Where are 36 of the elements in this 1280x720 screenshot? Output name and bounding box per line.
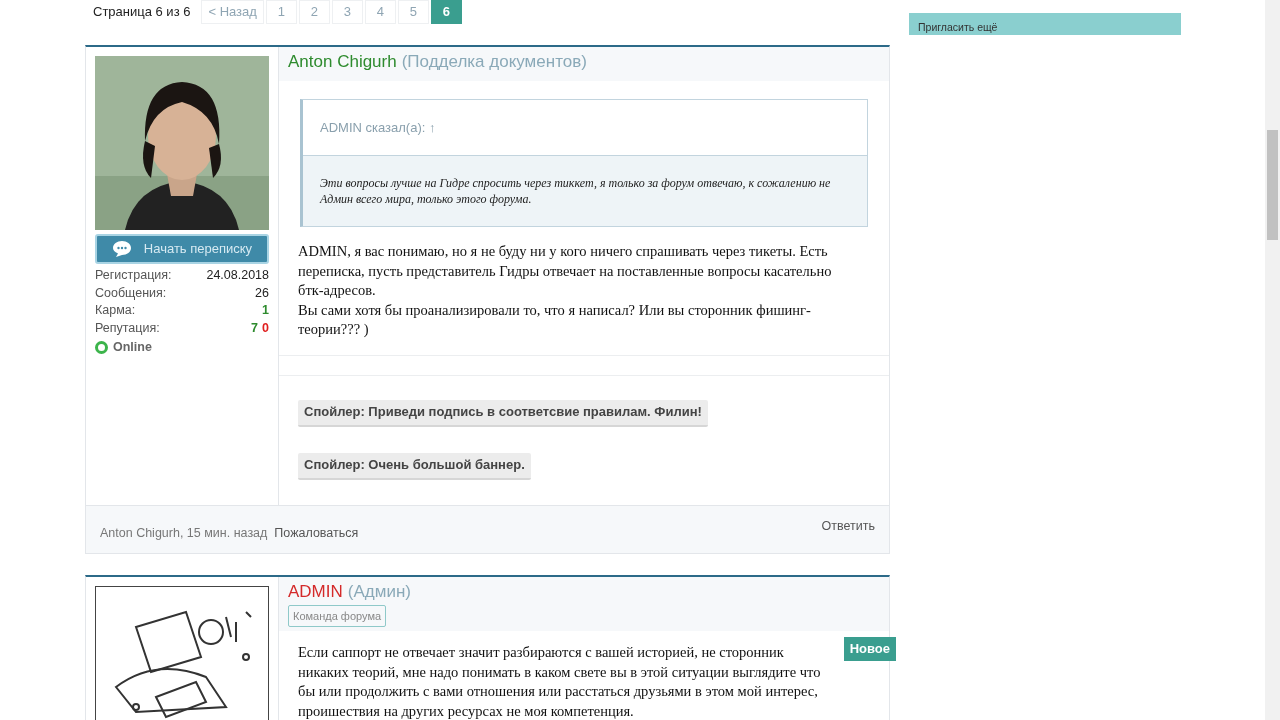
spoiler-button[interactable]: Спойлер: Очень большой баннер. [298,452,531,480]
page-link[interactable]: 3 [331,0,363,24]
message-text: Если саппорт не отвечает значит разбираются с вашей историей, не сторонник никаких теорий, мне надо понимать в каком свете вы в этой ситуации выглядите что бы или продолжить с вами отношения или расстаться друзьями в этом мой интерес, проишествия на других ресурсах не моя компетенция. [298,643,822,720]
user-title: (Админ) [347,581,411,603]
invite-button[interactable]: Пригласить ещё [909,13,1181,35]
stat-label: Репутация: [95,319,160,337]
chat-bubble-icon [111,240,132,258]
stat-value: 26 [255,284,269,302]
scrollbar[interactable] [1265,0,1280,720]
stat-label: Регистрация: [95,267,172,284]
message-text: Вы сами хотя бы проанализировали то, что я написал? Или вы сторонник фишинг-теории??? ) [298,300,812,339]
message-text: ADMIN, я вас понимаю, но я не буду ни у кого ничего спрашивать через тикеты. Есть переписка, пусть представитель Гидры отвечает на поставленные вопросы касательно бтк-адресов. [298,242,833,300]
stat-label: Сообщения: [95,284,167,302]
new-badge: Новое [843,637,896,661]
stat-label: Карма: [95,302,136,319]
page-link[interactable]: 2 [298,0,330,24]
spoiler-button[interactable]: Спойлер: Приведи подпись в соответсвие правилам. Филин! [298,399,708,427]
page-link[interactable]: 1 [265,0,297,24]
stat-value: 0 [262,319,269,337]
stat-value: 7 [251,319,259,337]
author-name[interactable]: ADMIN [288,581,343,603]
post-meta: Anton Chigurh, 15 мин. назад [100,525,268,542]
team-badge: Команда форума [288,605,387,627]
stat-value: 24.08.2018 [206,267,269,284]
quote-text: Эти вопросы лучше на Гидре спросить через тиккет, я только за форум отвечаю, к сожалению не Админ всего мира, только этого форума. [303,156,867,226]
page-link[interactable]: 6 [430,0,462,24]
page-link[interactable]: 5 [397,0,429,24]
author-name[interactable]: Anton Chigurh [288,51,397,73]
stat-value: 1 [262,302,269,319]
reply-link[interactable]: Ответить [821,506,875,553]
page-link[interactable]: 4 [364,0,396,24]
user-title: (Подделка документов) [401,51,587,73]
page-indicator: Страница 6 из 6 [93,3,191,22]
report-link[interactable]: Пожаловаться [274,524,359,553]
start-conversation-button[interactable]: Начать переписку [95,234,269,264]
online-status: Online [113,339,152,356]
